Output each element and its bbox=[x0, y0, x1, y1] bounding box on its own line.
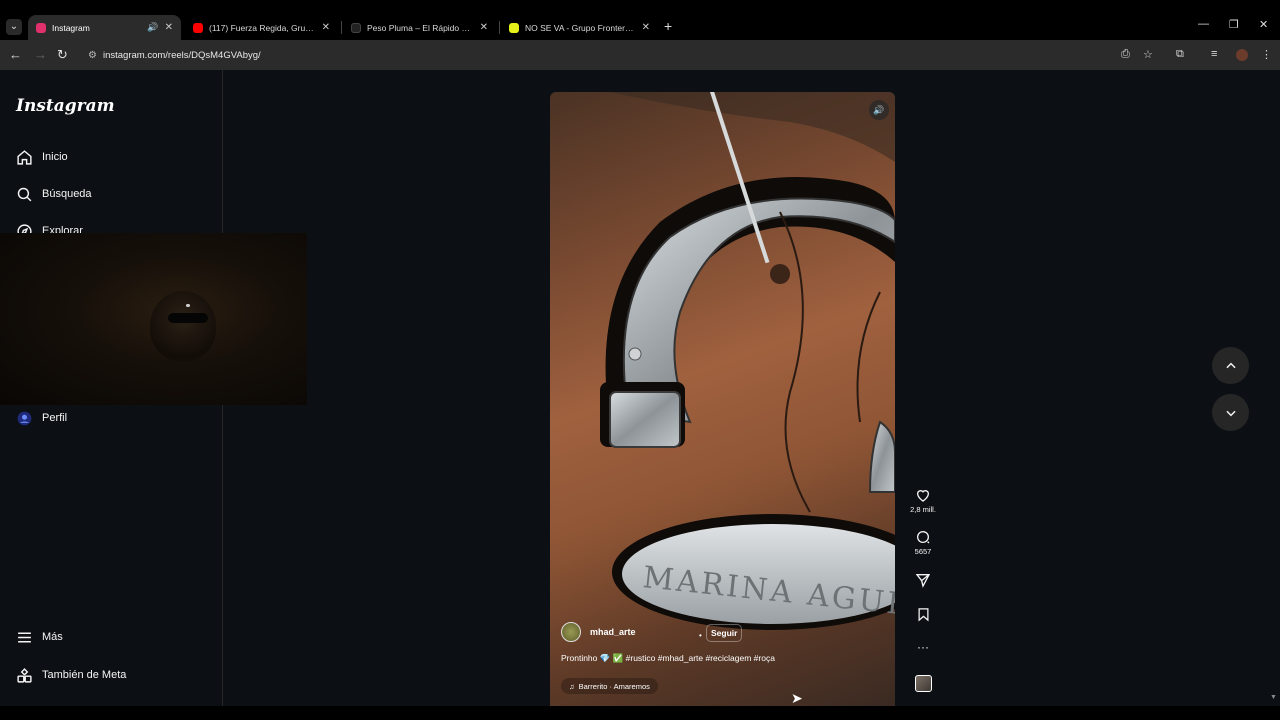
save-action[interactable] bbox=[905, 607, 941, 622]
instagram-logo[interactable]: Instagram bbox=[16, 96, 115, 116]
audio-thumbnail[interactable] bbox=[915, 675, 932, 692]
tab-no-se-va[interactable]: NO SE VA - Grupo Frontera - Li ✕ bbox=[501, 15, 658, 40]
instagram-favicon-icon bbox=[36, 22, 46, 33]
separator-dot: • bbox=[699, 631, 702, 640]
bookmark-icon[interactable] bbox=[905, 607, 941, 622]
tab-close-icon[interactable]: ✕ bbox=[165, 22, 173, 33]
reload-icon[interactable]: ↻ bbox=[57, 47, 68, 63]
chevron-down-icon bbox=[1225, 410, 1236, 416]
share-action[interactable] bbox=[905, 572, 941, 588]
url-text[interactable]: instagram.com/reels/DQsM4GVAbyg/ bbox=[103, 50, 261, 61]
follow-button[interactable]: Seguir bbox=[706, 624, 743, 642]
comment-action[interactable]: 5657 bbox=[905, 529, 941, 556]
reel-video[interactable]: MARINA AGUI 🔊 mhad_arte • Seguir Prontin… bbox=[550, 92, 895, 706]
comment-icon[interactable] bbox=[905, 529, 941, 545]
sidebar-item-label: Perfil bbox=[42, 412, 68, 424]
author-avatar[interactable] bbox=[561, 622, 581, 642]
site-info-icon[interactable]: ⚙ bbox=[88, 50, 97, 61]
new-tab-plus-icon[interactable]: + bbox=[664, 18, 672, 34]
instagram-page: Instagram Inicio Búsqueda Explorar Perfi… bbox=[0, 70, 1268, 706]
webcam-person-glasses bbox=[168, 313, 208, 323]
window-close-icon[interactable]: ✕ bbox=[1259, 18, 1268, 31]
author-username[interactable]: mhad_arte bbox=[590, 627, 636, 637]
webcam-person bbox=[150, 291, 216, 361]
restore-icon[interactable]: ❐ bbox=[1229, 18, 1239, 31]
tab-close-icon[interactable]: ✕ bbox=[642, 22, 650, 33]
heart-icon[interactable] bbox=[905, 487, 941, 503]
reel-caption[interactable]: Prontinho 💎 ✅ #rustico #mhad_arte #recic… bbox=[561, 653, 775, 664]
browser-menu-icon[interactable]: ⋮ bbox=[1261, 48, 1272, 61]
reel-author[interactable]: mhad_arte bbox=[561, 622, 636, 642]
music-note-icon: ♫ bbox=[569, 681, 575, 691]
like-count: 2,8 mill. bbox=[910, 505, 936, 514]
sidebar-item-label: También de Meta bbox=[42, 669, 127, 681]
sidebar-item-tambien-de-meta[interactable]: También de Meta bbox=[14, 665, 126, 685]
webcam-overlay bbox=[0, 233, 307, 405]
next-reel-button[interactable] bbox=[1212, 394, 1249, 431]
sidebar-item-mas[interactable]: Más bbox=[14, 627, 63, 647]
menu-icon bbox=[14, 627, 34, 647]
lyrics-favicon-icon bbox=[351, 22, 361, 33]
page-scrollbar[interactable]: ▼ bbox=[1268, 70, 1280, 706]
sidebar-item-inicio[interactable]: Inicio bbox=[14, 147, 68, 167]
send-icon[interactable] bbox=[905, 572, 941, 588]
tab-search-icon[interactable]: ⌄ bbox=[6, 19, 22, 35]
browser-tab-bar: ⌄ Instagram 🔊 ✕ (117) Fuerza Regida, Gru… bbox=[0, 0, 1280, 42]
reel-video-frame: MARINA AGUI bbox=[550, 92, 895, 630]
audio-title: Barrerito · Amaremos bbox=[578, 681, 650, 691]
chevron-up-icon bbox=[1225, 362, 1236, 368]
webcam-glint bbox=[186, 304, 190, 307]
comment-count: 5657 bbox=[914, 547, 932, 556]
scroll-down-arrow-icon[interactable]: ▼ bbox=[1270, 694, 1277, 701]
sidebar-item-label: Inicio bbox=[42, 151, 68, 163]
forward-arrow-icon[interactable]: → bbox=[34, 47, 47, 62]
bookmark-star-icon[interactable]: ☆ bbox=[1143, 48, 1153, 61]
volume-icon[interactable]: 🔊 bbox=[869, 100, 889, 120]
tab-close-icon[interactable]: ✕ bbox=[322, 22, 330, 33]
meta-apps-icon bbox=[14, 665, 34, 685]
reel-audio[interactable]: ♫ Barrerito · Amaremos bbox=[561, 678, 658, 694]
tab-lyrics[interactable]: Peso Pluma – El Rápido Letra | ✕ bbox=[343, 15, 496, 40]
speaker-icon[interactable]: 🔊 bbox=[147, 22, 158, 33]
tab-divider bbox=[341, 21, 342, 34]
tab-close-icon[interactable]: ✕ bbox=[480, 22, 488, 33]
media-controls-icon[interactable]: ≡ bbox=[1211, 48, 1217, 60]
browser-toolbar: ← → ↻ ⚙ instagram.com/reels/DQsM4GVAbyg/… bbox=[0, 40, 1280, 70]
previous-reel-button[interactable] bbox=[1212, 347, 1249, 384]
sidebar-item-busqueda[interactable]: Búsqueda bbox=[14, 184, 92, 204]
youtube-favicon-icon bbox=[193, 22, 203, 33]
lyrics-site-favicon-icon bbox=[509, 22, 519, 33]
sidebar-item-label: Más bbox=[42, 631, 63, 643]
sidebar-item-perfil[interactable]: Perfil bbox=[14, 408, 67, 428]
browser-profile-avatar[interactable] bbox=[1236, 49, 1248, 61]
tab-youtube[interactable]: (117) Fuerza Regida, Grupo Fro ✕ bbox=[185, 15, 338, 40]
mouse-cursor-icon: ➤ bbox=[791, 690, 803, 706]
back-arrow-icon[interactable]: ← bbox=[9, 47, 22, 62]
window-bottom-edge bbox=[0, 706, 1280, 720]
tab-divider bbox=[499, 21, 500, 34]
profile-avatar bbox=[14, 408, 34, 428]
like-action[interactable]: 2,8 mill. bbox=[905, 487, 941, 514]
tab-instagram[interactable]: Instagram 🔊 ✕ bbox=[28, 15, 181, 40]
extensions-puzzle-icon[interactable]: ⧉ bbox=[1176, 48, 1184, 61]
sidebar-item-label: Búsqueda bbox=[42, 188, 92, 200]
minimize-icon[interactable]: — bbox=[1198, 18, 1209, 30]
address-bar[interactable]: ⚙ instagram.com/reels/DQsM4GVAbyg/ bbox=[80, 45, 1180, 65]
search-icon bbox=[14, 184, 34, 204]
home-icon bbox=[14, 147, 34, 167]
more-options-icon[interactable]: ··· bbox=[905, 640, 941, 654]
install-app-icon[interactable]: ⎙ bbox=[1121, 48, 1130, 61]
